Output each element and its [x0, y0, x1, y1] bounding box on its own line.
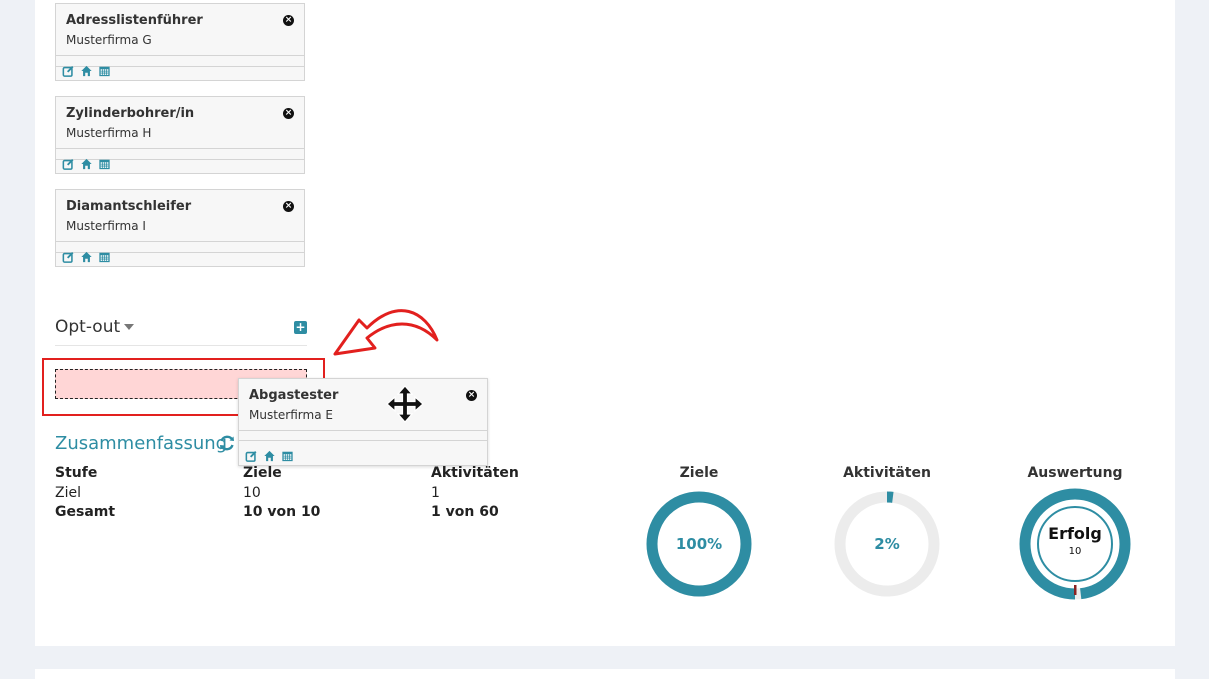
gauge-marker	[1074, 585, 1077, 595]
close-icon[interactable]: ×	[466, 390, 477, 401]
card-company: Musterfirma E	[249, 408, 333, 422]
card-title: Diamantschleifer	[66, 199, 192, 214]
edit-icon[interactable]	[245, 450, 258, 462]
dragged-card[interactable]: Abgastester Musterfirma E ×	[238, 378, 488, 466]
card-actions	[62, 65, 111, 77]
table-header-ziele: Ziele	[243, 465, 282, 481]
add-button[interactable]: +	[294, 321, 307, 334]
edit-icon[interactable]	[62, 158, 75, 170]
gauge-label-aktivitaeten: Aktivitäten	[843, 465, 931, 481]
gauge-inner-ring	[1037, 506, 1113, 582]
vacancy-card[interactable]: Zylinderbohrer/in Musterfirma H ×	[55, 96, 305, 174]
refresh-icon[interactable]	[218, 434, 236, 452]
gauge-value: 2%	[874, 535, 900, 553]
card-company: Musterfirma G	[66, 33, 152, 47]
calendar-icon[interactable]	[98, 251, 111, 263]
table-cell: 1 von 60	[431, 504, 499, 520]
move-cursor-icon	[386, 385, 424, 423]
summary-title: Zusammenfassung	[55, 433, 228, 454]
caret-down-icon[interactable]	[124, 324, 134, 330]
close-icon[interactable]: ×	[283, 108, 294, 119]
home-icon[interactable]	[80, 158, 93, 170]
next-panel	[35, 669, 1175, 679]
card-strip	[239, 431, 487, 441]
auswertung-gauge	[1019, 488, 1131, 600]
section-divider	[55, 345, 307, 346]
vacancy-card[interactable]: Diamantschleifer Musterfirma I ×	[55, 189, 305, 267]
table-cell: Ziel	[55, 485, 81, 501]
gauge-result: Erfolg	[1048, 524, 1102, 543]
calendar-icon[interactable]	[98, 65, 111, 77]
card-title: Abgastester	[249, 388, 339, 403]
gauge-result-value: 10	[1068, 546, 1082, 557]
card-title: Adresslistenführer	[66, 13, 203, 28]
card-actions	[62, 158, 111, 170]
home-icon[interactable]	[263, 450, 276, 462]
home-icon[interactable]	[80, 251, 93, 263]
curved-arrow-icon	[333, 309, 439, 356]
table-cell: Gesamt	[55, 504, 116, 520]
card-header: Abgastester Musterfirma E ×	[239, 379, 487, 431]
card-actions	[245, 450, 294, 462]
vacancy-card[interactable]: Adresslistenführer Musterfirma G ×	[55, 3, 305, 81]
close-icon[interactable]: ×	[283, 201, 294, 212]
edit-icon[interactable]	[62, 251, 75, 263]
table-header-stufe: Stufe	[55, 465, 98, 481]
card-header: Zylinderbohrer/in Musterfirma H ×	[56, 97, 304, 149]
close-icon[interactable]: ×	[283, 15, 294, 26]
gauge-label-auswertung: Auswertung	[1027, 465, 1123, 481]
gauge-arc	[1019, 488, 1131, 600]
home-icon[interactable]	[80, 65, 93, 77]
card-actions	[62, 251, 111, 263]
gauge-label-ziele: Ziele	[679, 465, 719, 481]
optout-title[interactable]: Opt-out	[55, 317, 120, 337]
table-cell: 10	[243, 485, 261, 501]
gauge-value: 100%	[675, 535, 723, 553]
edit-icon[interactable]	[62, 65, 75, 77]
table-header-aktivitaeten: Aktivitäten	[431, 465, 519, 481]
table-cell: 1	[431, 485, 440, 501]
card-header: Adresslistenführer Musterfirma G ×	[56, 4, 304, 56]
calendar-icon[interactable]	[98, 158, 111, 170]
card-company: Musterfirma H	[66, 126, 152, 140]
card-title: Zylinderbohrer/in	[66, 106, 195, 121]
calendar-icon[interactable]	[281, 450, 294, 462]
card-company: Musterfirma I	[66, 219, 146, 233]
table-cell: 10 von 10	[243, 504, 321, 520]
card-header: Diamantschleifer Musterfirma I ×	[56, 190, 304, 242]
